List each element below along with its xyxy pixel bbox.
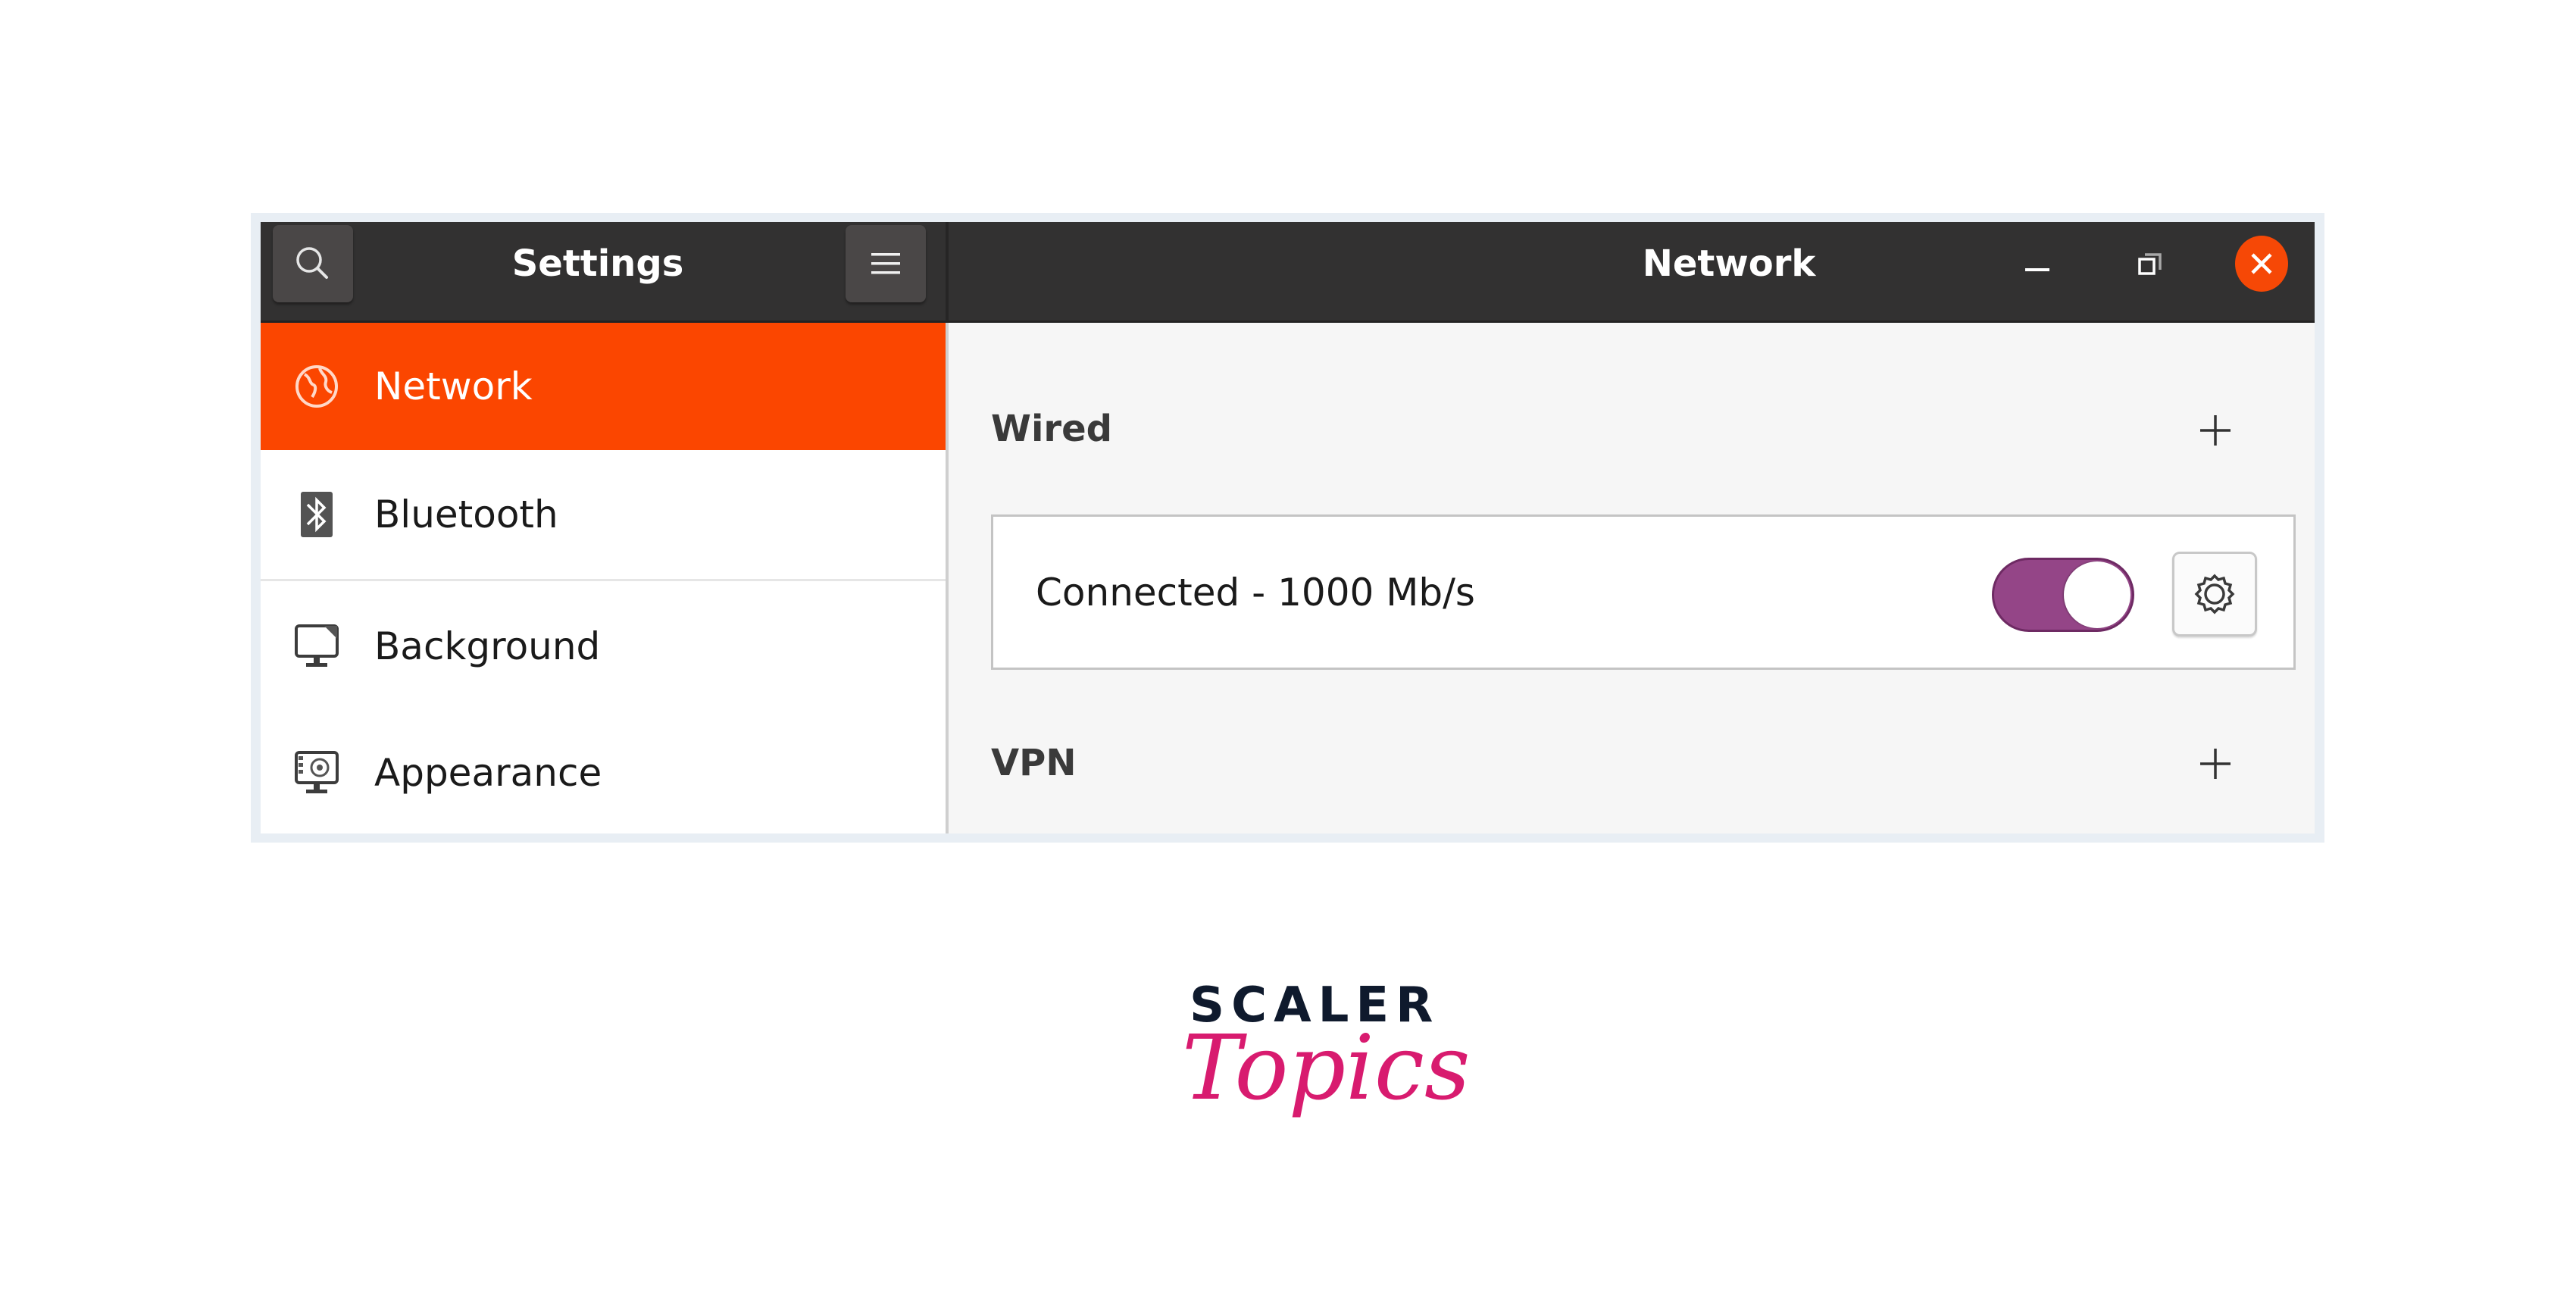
menu-button[interactable] <box>846 225 926 302</box>
vpn-section-title: VPN <box>991 742 1077 784</box>
globe-icon <box>292 362 341 411</box>
wired-settings-button[interactable] <box>2172 552 2257 636</box>
sidebar-item-label: Background <box>374 624 601 668</box>
wired-connection-row: Connected - 1000 Mb/s <box>991 514 2296 670</box>
search-button[interactable] <box>273 225 353 302</box>
sidebar-item-label: Bluetooth <box>374 493 558 536</box>
header-left: Settings <box>261 222 946 321</box>
settings-window: Settings Network Network Bluetooth Backg… <box>261 222 2315 833</box>
restore-icon <box>2138 253 2162 275</box>
settings-title: Settings <box>511 242 684 285</box>
sidebar-item-bluetooth[interactable]: Bluetooth <box>261 450 946 581</box>
wired-section-title: Wired <box>991 408 1112 450</box>
monitor-appearance-icon <box>292 749 341 797</box>
restore-button[interactable] <box>2123 237 2176 290</box>
search-icon <box>296 247 328 279</box>
plus-icon <box>2200 749 2231 779</box>
add-wired-connection-button[interactable] <box>2191 406 2240 455</box>
bluetooth-icon <box>292 490 341 539</box>
close-circle <box>2235 236 2288 292</box>
header-bar: Settings Network <box>261 222 2315 323</box>
hamburger-menu-icon <box>871 253 900 274</box>
logo-topics-text: Topics <box>1182 1015 1471 1120</box>
sidebar-item-background[interactable]: Background <box>261 581 946 711</box>
sidebar: Network Bluetooth Background Appearance <box>261 323 946 833</box>
close-icon <box>2251 253 2272 274</box>
gear-icon <box>2194 574 2235 615</box>
sidebar-item-appearance[interactable]: Appearance <box>261 711 946 833</box>
plus-icon <box>2200 415 2231 446</box>
toggle-knob <box>2064 561 2131 628</box>
wired-toggle-switch[interactable] <box>1992 558 2134 632</box>
sidebar-item-network[interactable]: Network <box>261 323 946 450</box>
scaler-topics-logo: SCALER Topics <box>1182 977 1471 1174</box>
close-button[interactable] <box>2235 236 2288 292</box>
minimize-icon <box>2025 268 2049 271</box>
network-panel: Wired Connected - 1000 Mb/s VPN <box>949 323 2315 833</box>
add-vpn-button[interactable] <box>2191 740 2240 788</box>
monitor-wallpaper-icon <box>292 622 341 671</box>
page-title: Network <box>1642 242 1816 285</box>
sidebar-item-label: Appearance <box>374 750 602 795</box>
sidebar-item-label: Network <box>374 364 533 408</box>
minimize-button[interactable] <box>2011 237 2064 290</box>
connection-status: Connected - 1000 Mb/s <box>1036 571 1475 615</box>
